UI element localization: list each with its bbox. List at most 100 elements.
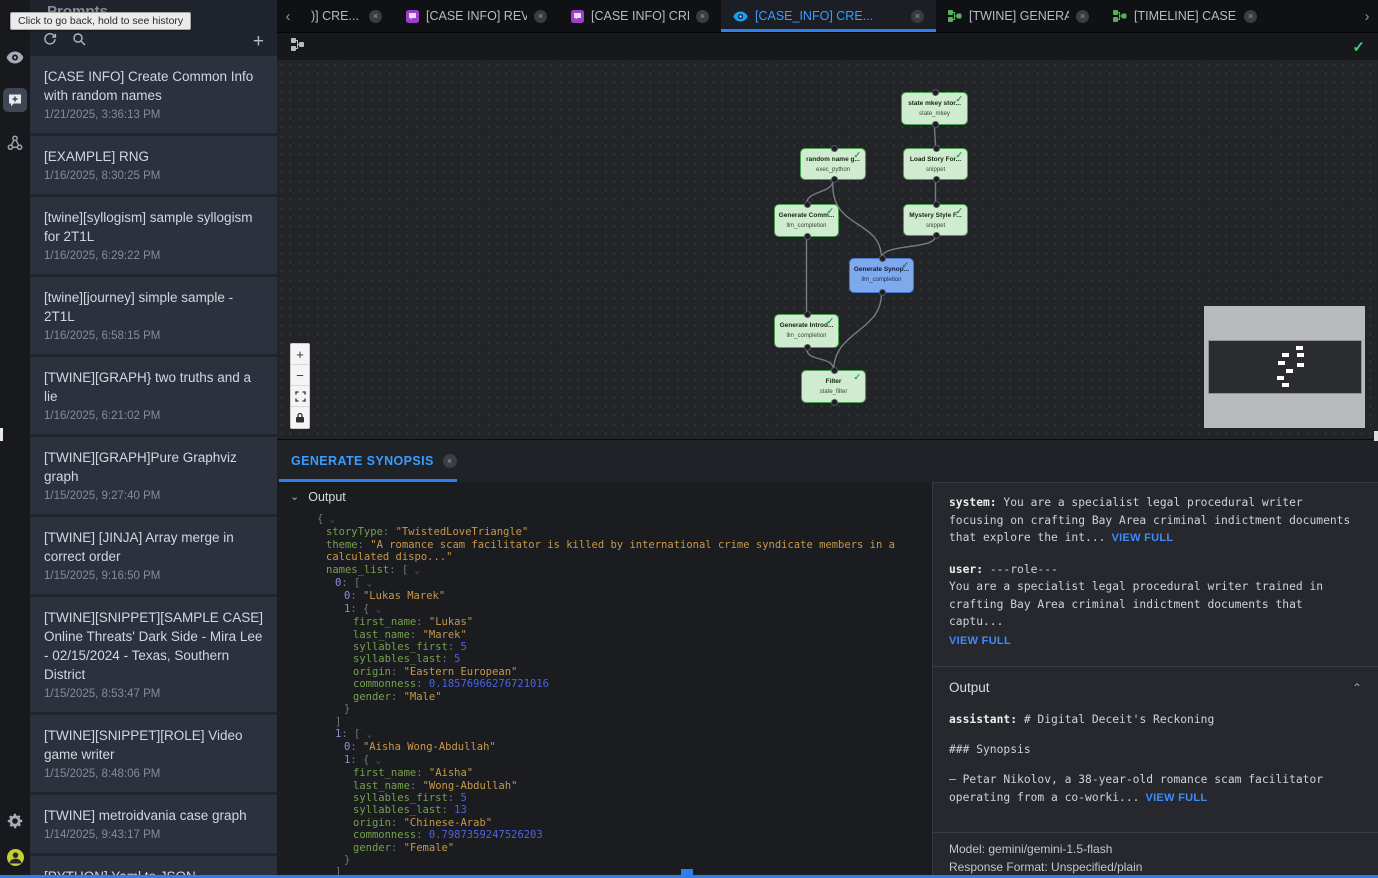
editor-tab-5[interactable]: [TIMELINE] CASE ...× xyxy=(1101,0,1269,32)
view-full-link[interactable]: VIEW FULL xyxy=(1145,792,1207,804)
graph-node[interactable]: ✓ Generate Comm... llm_completion xyxy=(774,204,839,237)
minimap-node xyxy=(1297,363,1304,367)
json-line: origin: "Eastern European" xyxy=(277,666,932,678)
refresh-icon[interactable] xyxy=(43,32,57,51)
list-item[interactable]: [CASE INFO] Create Common Info with rand… xyxy=(30,56,277,133)
json-tree[interactable]: { ⌄storyType: "TwistedLoveTriangle"theme… xyxy=(277,511,932,878)
node-check-icon: ✓ xyxy=(853,150,861,161)
node-check-icon: ✓ xyxy=(955,150,963,161)
json-line: last_name: "Wong-Abdullah" xyxy=(277,780,932,792)
flag-icon xyxy=(571,10,584,23)
graph-node[interactable]: ✓ Generate Introd... llm_completion xyxy=(774,314,839,348)
flag-icon xyxy=(406,10,419,23)
close-icon[interactable]: × xyxy=(534,10,547,23)
list-item[interactable]: [TWINE][SNIPPET][ROLE] Video game writer… xyxy=(30,715,277,792)
tab-generate-synopsis[interactable]: GENERATE SYNOPSIS × xyxy=(279,440,469,482)
list-item[interactable]: [twine][syllogism] sample syllogism for … xyxy=(30,197,277,274)
tab-label: [CASE INFO] CRE... xyxy=(591,9,689,23)
list-item[interactable]: [TWINE][SNIPPET][SAMPLE CASE] Online Thr… xyxy=(30,597,277,712)
tab-label: [TWINE] GENERAT... xyxy=(969,9,1069,23)
editor-tab-4[interactable]: [TWINE] GENERAT... × xyxy=(936,0,1101,32)
eye-icon[interactable] xyxy=(4,46,26,68)
main-area: ‹ )] CRE...×[CASE INFO] REVI...×[CASE IN… xyxy=(277,0,1378,878)
prompts-sidebar: Prompts + [CASE INFO] Create Common Info… xyxy=(30,0,277,878)
json-line: 0: "Aisha Wong-Abdullah" xyxy=(277,741,932,753)
horizontal-scrollbar-handle[interactable] xyxy=(681,869,693,878)
user-avatar[interactable] xyxy=(4,846,26,868)
prompt-title: [TWINE] metroidvania case graph xyxy=(44,806,265,825)
node-graph-canvas[interactable]: + − ✓ state mkey stor... state_mkey ✓ ran… xyxy=(277,60,1378,440)
json-line: gender: "Male" xyxy=(277,691,932,703)
graph-node[interactable]: ✓ state mkey stor... state_mkey xyxy=(901,92,968,125)
graph-minimap[interactable] xyxy=(1204,306,1365,428)
graph-valid-check-icon: ✓ xyxy=(1352,38,1365,56)
list-item[interactable]: [TWINE][GRAPH} two truths and a lie1/16/… xyxy=(30,357,277,434)
json-line: last_name: "Marek" xyxy=(277,629,932,641)
editor-tab-2[interactable]: [CASE INFO] CRE... × xyxy=(559,0,721,32)
json-line: syllables_last: 5 xyxy=(277,653,932,665)
right-resize-handle[interactable] xyxy=(1374,431,1378,441)
workflow-nav-icon[interactable] xyxy=(4,132,26,154)
tab-label: [CASE INFO] REVI... xyxy=(426,9,527,23)
json-line: storyType: "TwistedLoveTriangle" xyxy=(277,526,932,538)
prompt-title: [EXAMPLE] RNG xyxy=(44,147,265,166)
editor-tab-3[interactable]: [CASE_INFO] CRE...× xyxy=(721,0,936,32)
assistant-line: assistant: # Digital Deceit's Reckoning xyxy=(949,711,1362,729)
list-item[interactable]: [EXAMPLE] RNG1/16/2025, 8:30:25 PM xyxy=(30,136,277,194)
close-icon[interactable]: × xyxy=(1076,10,1089,23)
left-resize-handle[interactable] xyxy=(0,428,3,441)
view-full-link[interactable]: VIEW FULL xyxy=(1111,532,1173,544)
editor-tab-0[interactable]: )] CRE...× xyxy=(299,0,394,32)
prompt-title: [twine][journey] simple sample - 2T1L xyxy=(44,288,265,326)
close-icon[interactable]: × xyxy=(443,454,457,468)
chevron-up-icon[interactable]: ⌃ xyxy=(1352,681,1362,695)
auto-layout-icon[interactable] xyxy=(290,37,305,57)
json-line: first_name: "Aisha" xyxy=(277,767,932,779)
graph-node[interactable]: ✓ Load Story For... snippet xyxy=(903,148,968,180)
output-section-header[interactable]: ⌄ Output xyxy=(277,482,932,511)
list-item[interactable]: [TWINE] [JINJA] Array merge in correct o… xyxy=(30,517,277,594)
settings-gear-icon[interactable] xyxy=(4,810,26,832)
prompt-messages: system: You are a specialist legal proce… xyxy=(933,483,1378,666)
graph-node[interactable]: ✓ Mystery Style F... snippet xyxy=(903,204,968,236)
minimap-node xyxy=(1286,369,1293,373)
minimap-node xyxy=(1282,383,1289,387)
lock-button[interactable] xyxy=(291,407,309,428)
json-line: 1: { ⌄ xyxy=(277,603,932,616)
zoom-out-button[interactable]: − xyxy=(291,365,309,386)
fit-view-button[interactable] xyxy=(291,386,309,407)
output-label: Output xyxy=(308,490,346,504)
view-full-link[interactable]: VIEW FULL xyxy=(949,633,1011,651)
add-prompt-button[interactable]: + xyxy=(253,32,264,51)
graph-node[interactable]: ✓ Filter state_filter xyxy=(801,370,866,403)
close-icon[interactable]: × xyxy=(369,10,382,23)
list-item[interactable]: [TWINE][GRAPH]Pure Graphviz graph1/15/20… xyxy=(30,437,277,514)
assistant-line: ### Synopsis xyxy=(949,741,1362,759)
tabs-scroll-right-icon[interactable]: › xyxy=(1356,0,1378,32)
close-icon[interactable]: × xyxy=(911,10,924,23)
prompts-nav-icon[interactable] xyxy=(3,88,27,112)
editor-tab-1[interactable]: [CASE INFO] REVI... × xyxy=(394,0,559,32)
assistant-message: assistant: # Digital Deceit's Reckoning #… xyxy=(949,711,1362,807)
json-line: 1: { ⌄ xyxy=(277,754,932,767)
output-json-panel: ⌄ Output { ⌄storyType: "TwistedLoveTrian… xyxy=(277,482,932,878)
assistant-output-section: Output ⌃ assistant: # Digital Deceit's R… xyxy=(933,666,1378,832)
list-item[interactable]: [twine][journey] simple sample - 2T1L1/1… xyxy=(30,277,277,354)
tabs-scroll-left-icon[interactable]: ‹ xyxy=(277,0,299,32)
graph-node[interactable]: ✓ Generate Synop... llm_completion xyxy=(849,258,914,293)
zoom-in-button[interactable]: + xyxy=(291,344,309,365)
node-subtitle: llm_completion xyxy=(775,333,838,340)
list-item[interactable]: [TWINE] metroidvania case graph1/14/2025… xyxy=(30,795,277,853)
run-detail-panel: system: You are a specialist legal proce… xyxy=(932,482,1378,878)
json-line: } xyxy=(277,854,932,866)
prompt-title: [twine][syllogism] sample syllogism for … xyxy=(44,208,265,246)
prompt-title: [TWINE][SNIPPET][ROLE] Video game writer xyxy=(44,726,265,764)
graph-node[interactable]: ✓ random name g... exec_python xyxy=(800,148,866,180)
json-line: } xyxy=(277,703,932,715)
search-icon[interactable] xyxy=(72,32,86,51)
close-icon[interactable]: × xyxy=(696,10,709,23)
node-check-icon: ✓ xyxy=(955,206,963,217)
prompt-title: [TWINE][GRAPH} two truths and a lie xyxy=(44,368,265,406)
json-line: theme: "A romance scam facilitator is ki… xyxy=(277,539,932,551)
close-icon[interactable]: × xyxy=(1244,10,1257,23)
